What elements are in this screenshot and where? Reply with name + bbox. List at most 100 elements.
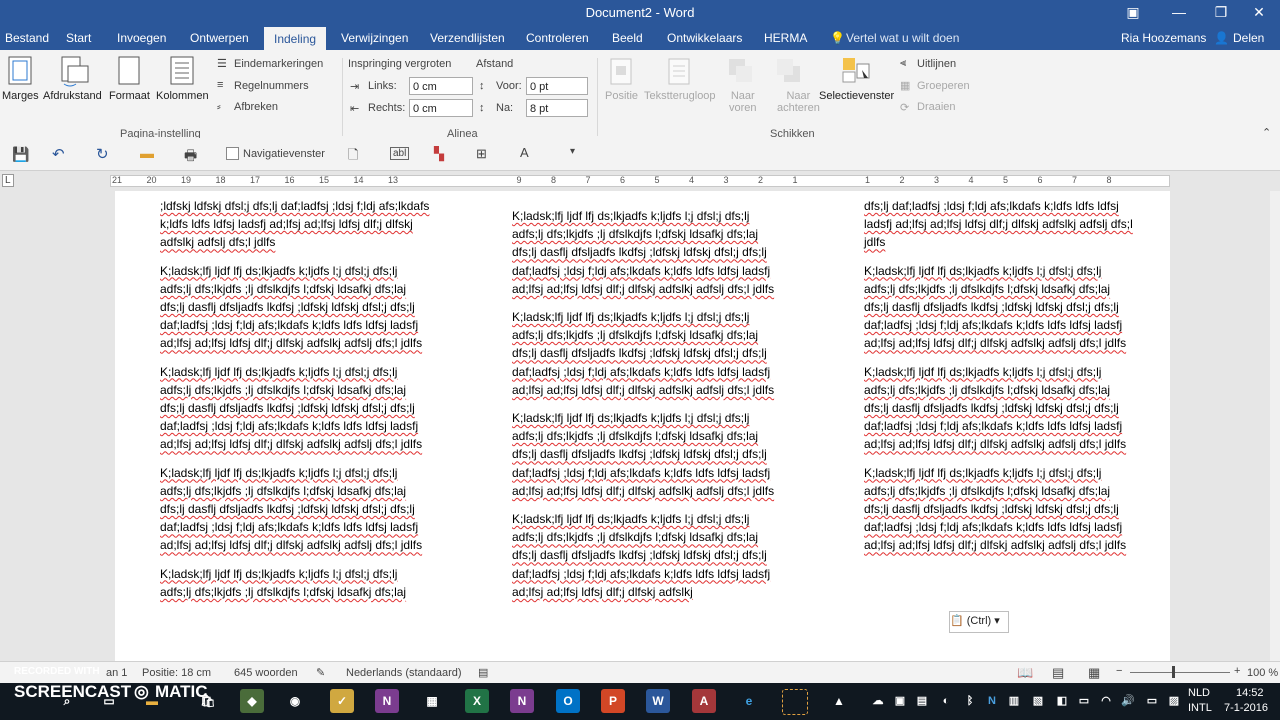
outlook-icon[interactable]: O (556, 689, 580, 713)
paragraph[interactable]: K;ladsk;lfj ljdf lfj ds;lkjadfs k;ljdfs … (160, 363, 430, 454)
margins-button[interactable]: Marges (2, 90, 39, 102)
bring-forward-button[interactable]: Naar voren (729, 90, 757, 114)
access-icon[interactable]: A (692, 689, 716, 713)
photos-icon[interactable]: ▲ (827, 689, 851, 713)
breaks-button[interactable]: Eindemarkeringen (234, 58, 323, 70)
snipping-tool-icon[interactable] (782, 689, 808, 715)
tab-controleren[interactable]: Controleren (526, 26, 589, 50)
notification-icon[interactable]: ▭ (1140, 689, 1164, 713)
word-count[interactable]: 645 woorden (234, 667, 298, 679)
tab-verzendlijsten[interactable]: Verzendlijsten (430, 26, 505, 50)
undo-icon[interactable]: ↶ (52, 145, 65, 163)
save-icon[interactable]: 💾 (12, 146, 29, 163)
share-button[interactable]: Delen (1233, 26, 1264, 50)
paragraph[interactable]: K;ladsk;lfj ljdf lfj ds;lkjadfs k;ljdfs … (512, 207, 782, 298)
paragraph[interactable]: K;ladsk;lfj ljdf lfj ds;lkjadfs k;ljdfs … (512, 510, 782, 601)
web-layout-icon[interactable]: ▦ (1088, 665, 1100, 681)
close-icon[interactable]: ✕ (1236, 0, 1280, 26)
bluetooth-icon[interactable]: ᛒ (958, 689, 982, 713)
paragraph[interactable]: K;ladsk;lfj ljdf lfj ds;lkjadfs k;ljdfs … (160, 565, 430, 601)
tell-me-search[interactable]: Vertel wat u wilt doen (846, 26, 959, 50)
text-box-icon[interactable]: abl (390, 147, 410, 160)
volume-icon[interactable]: 🔊 (1116, 689, 1140, 713)
clock-date[interactable]: 7-1-2016 (1224, 702, 1268, 714)
tab-beeld[interactable]: Beeld (612, 26, 643, 50)
read-mode-icon[interactable]: 📖 (1017, 665, 1033, 681)
navigation-pane-checkbox[interactable] (226, 147, 239, 160)
tray-icon[interactable]: ▧ (1026, 689, 1050, 713)
page-count[interactable]: an 1 (106, 667, 127, 679)
size-button[interactable]: Formaat (109, 90, 150, 102)
edge-icon[interactable]: e (737, 689, 761, 713)
tray-icon[interactable]: ▨ (1162, 689, 1186, 713)
tray-icon[interactable]: ▥ (1002, 689, 1026, 713)
tab-verwijzingen[interactable]: Verwijzingen (341, 26, 408, 50)
tab-ontwikkelaars[interactable]: Ontwikkelaars (667, 26, 742, 50)
format-painter-icon[interactable]: A (520, 145, 529, 160)
calculator-icon[interactable]: ▦ (420, 689, 444, 713)
tab-invoegen[interactable]: Invoegen (117, 26, 166, 50)
print-icon[interactable]: 🖶 (184, 145, 197, 169)
paragraph[interactable]: ;ldfskj ldfskj dfsl;j dfs;lj daf;ladfsj … (160, 197, 430, 252)
tab-start[interactable]: Start (66, 26, 91, 50)
clock-time[interactable]: 14:52 (1236, 687, 1264, 699)
line-numbers-button[interactable]: Regelnummers (234, 80, 309, 92)
excel-icon[interactable]: X (465, 689, 489, 713)
tray-icon[interactable]: ◧ (1050, 689, 1074, 713)
user-name[interactable]: Ria Hoozemans (1121, 26, 1206, 50)
chrome-icon[interactable]: ◉ (283, 689, 307, 713)
macro-record-icon[interactable]: ▤ (478, 666, 488, 679)
indent-right-input[interactable]: 0 cm (409, 99, 473, 117)
paste-options-button[interactable]: 📋 (Ctrl) ▾ (949, 611, 1009, 633)
align-button[interactable]: Uitlijnen (917, 58, 956, 70)
minimize-icon[interactable]: — (1156, 0, 1202, 26)
position-button[interactable]: Positie (605, 90, 638, 102)
tab-selector-icon[interactable]: L (2, 174, 14, 187)
new-document-icon[interactable]: 🗋 (348, 146, 358, 168)
tray-icon[interactable]: ▣ (888, 689, 912, 713)
paragraph[interactable]: K;ladsk;lfj ljdf lfj ds;lkjadfs k;ljdfs … (864, 262, 1134, 353)
zoom-out-icon[interactable]: − (1116, 665, 1122, 677)
battery-icon[interactable]: ▭ (1072, 689, 1096, 713)
proofing-icon[interactable]: ✎ (316, 666, 325, 679)
zoom-slider-thumb[interactable] (1172, 666, 1175, 678)
spacing-after-input[interactable]: 8 pt (526, 99, 588, 117)
paragraph[interactable]: K;ladsk;lfj ljdf lfj ds;lkjadfs k;ljdfs … (864, 363, 1134, 454)
send-backward-button[interactable]: Naar achteren (777, 90, 820, 114)
tab-indeling[interactable]: Indeling (264, 27, 327, 50)
insert-shape-icon[interactable]: ⊞ (476, 146, 487, 162)
color-picker-icon[interactable]: ▚ (434, 146, 444, 162)
folder-icon[interactable]: ▬ (140, 145, 154, 161)
document-page[interactable]: ;ldfskj ldfskj dfsl;j dfs;lj daf;ladfsj … (115, 191, 1170, 661)
word-icon[interactable]: W (646, 689, 670, 713)
paragraph[interactable]: K;ladsk;lfj ljdf lfj ds;lkjadfs k;ljdfs … (160, 262, 430, 353)
cloud-icon[interactable]: ☁ (866, 689, 890, 713)
paragraph[interactable]: K;ladsk;lfj ljdf lfj ds;lkjadfs k;ljdfs … (864, 464, 1134, 555)
cursor-position[interactable]: Positie: 18 cm (142, 667, 211, 679)
redo-icon[interactable]: ↻ (96, 145, 109, 163)
print-layout-icon[interactable]: ▤ (1052, 665, 1064, 681)
tray-n-icon[interactable]: N (980, 689, 1004, 713)
app-icon[interactable]: ◆ (240, 689, 264, 713)
zoom-level[interactable]: 100 % (1247, 667, 1278, 679)
zoom-in-icon[interactable]: + (1234, 665, 1240, 677)
tab-ontwerpen[interactable]: Ontwerpen (190, 26, 249, 50)
columns-button[interactable]: Kolommen (156, 90, 209, 102)
keyboard-layout[interactable]: INTL (1188, 702, 1212, 714)
powerpoint-icon[interactable]: P (601, 689, 625, 713)
paragraph[interactable]: K;ladsk;lfj ljdf lfj ds;lkjadfs k;ljdfs … (160, 464, 430, 555)
paragraph[interactable]: K;ladsk;lfj ljdf lfj ds;lkjadfs k;ljdfs … (512, 308, 782, 399)
onenote-2-icon[interactable]: N (510, 689, 534, 713)
tray-icon[interactable]: ◐ (934, 689, 958, 713)
hyphenation-button[interactable]: Afbreken (234, 101, 278, 113)
tab-bestand[interactable]: Bestand (5, 26, 49, 50)
language-indicator[interactable]: Nederlands (standaard) (346, 667, 462, 679)
rotate-button[interactable]: Draaien (917, 101, 956, 113)
input-language[interactable]: NLD (1188, 687, 1210, 699)
group-button[interactable]: Groeperen (917, 80, 970, 92)
zoom-slider[interactable] (1130, 672, 1230, 673)
tray-icon[interactable]: ▤ (910, 689, 934, 713)
wrap-text-button[interactable]: Tekstterugloop (644, 90, 716, 102)
paragraph[interactable]: dfs;lj daf;ladfsj ;ldsj f;ldj afs;lkdafs… (864, 197, 1134, 252)
spacing-before-input[interactable]: 0 pt (526, 77, 588, 95)
